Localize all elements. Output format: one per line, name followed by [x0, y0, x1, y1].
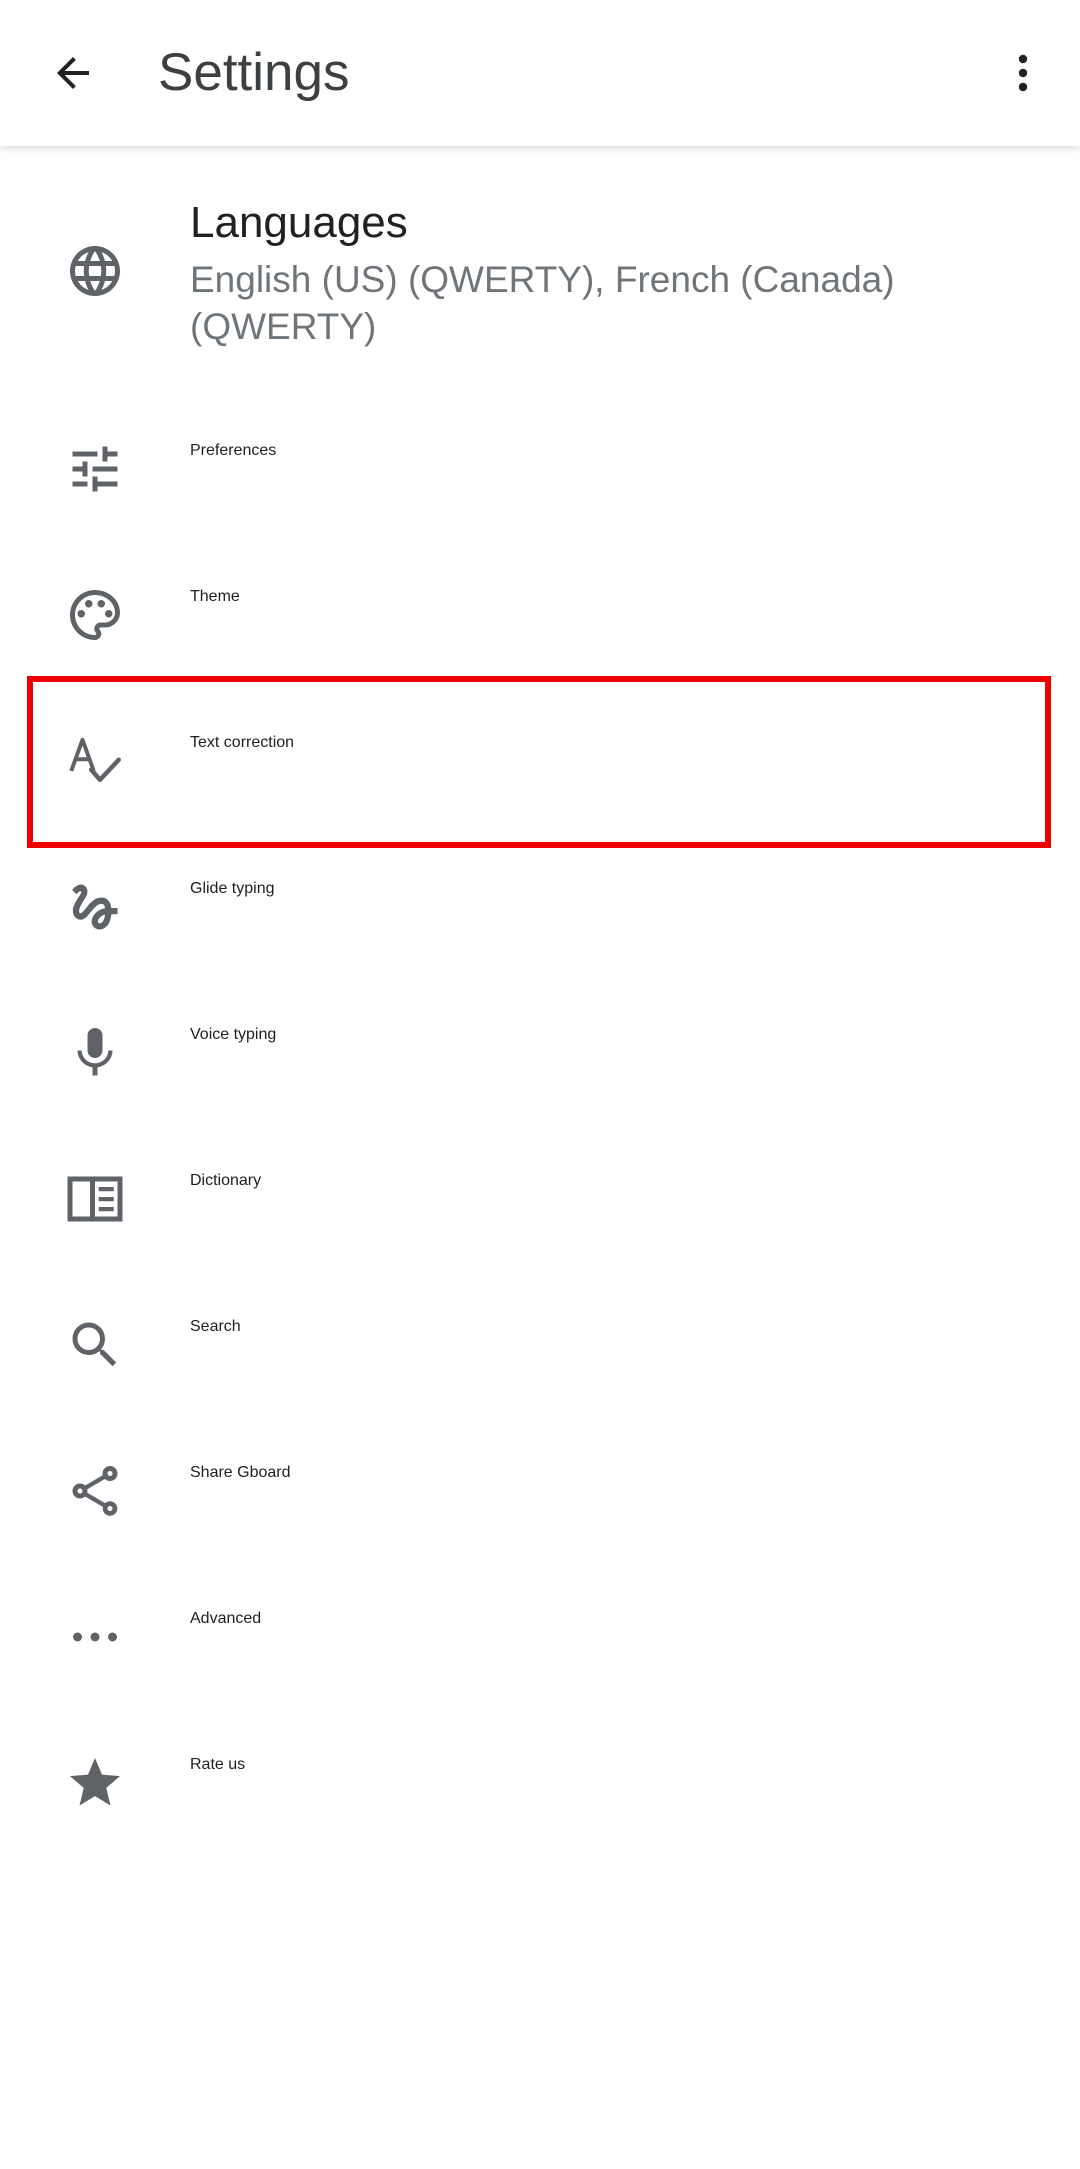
spellcheck-icon — [64, 730, 126, 792]
gesture-icon — [64, 876, 126, 938]
settings-item-glide-typing[interactable]: Glide typing — [0, 834, 1080, 980]
more-horiz-icon — [64, 1606, 126, 1668]
search-icon — [64, 1314, 126, 1376]
more-vert-icon — [1018, 54, 1028, 92]
settings-item-advanced[interactable]: Advanced — [0, 1564, 1080, 1710]
dictionary-book-icon — [64, 1168, 126, 1230]
settings-item-languages[interactable]: Languages English (US) (QWERTY), French … — [0, 146, 1080, 392]
palette-icon — [64, 584, 126, 646]
settings-item-title: Search — [190, 1318, 241, 1335]
settings-item-title: Glide typing — [190, 880, 275, 897]
share-icon — [64, 1460, 126, 1522]
settings-item-title: Advanced — [190, 1610, 262, 1627]
tune-sliders-icon — [64, 438, 126, 500]
settings-item-title: Languages — [190, 198, 408, 247]
settings-item-title: Text correction — [190, 734, 295, 751]
arrow-back-icon — [57, 57, 89, 89]
globe-icon — [64, 240, 126, 302]
settings-item-title: Rate us — [190, 1756, 246, 1773]
app-bar: Settings — [0, 0, 1080, 146]
settings-item-share-gboard[interactable]: Share Gboard — [0, 1418, 1080, 1564]
settings-item-title: Theme — [190, 588, 240, 605]
settings-item-summary: English (US) (QWERTY), French (Canada) (… — [190, 259, 895, 347]
settings-item-title: Dictionary — [190, 1172, 262, 1189]
back-button[interactable] — [30, 30, 116, 116]
settings-item-theme[interactable]: Theme — [0, 542, 1080, 688]
settings-item-title: Share Gboard — [190, 1464, 291, 1481]
page-title: Settings — [158, 43, 350, 102]
languages-text: Languages English (US) (QWERTY), French … — [190, 196, 1020, 350]
settings-item-title: Voice typing — [190, 1026, 277, 1043]
settings-item-search[interactable]: Search — [0, 1272, 1080, 1418]
settings-item-rate-us[interactable]: Rate us — [0, 1710, 1080, 1856]
settings-item-voice-typing[interactable]: Voice typing — [0, 980, 1080, 1126]
more-options-button[interactable] — [980, 30, 1066, 116]
star-icon — [64, 1752, 126, 1814]
settings-item-preferences[interactable]: Preferences — [0, 396, 1080, 542]
microphone-icon — [64, 1022, 126, 1084]
settings-item-dictionary[interactable]: Dictionary — [0, 1126, 1080, 1272]
settings-item-title: Preferences — [190, 442, 277, 459]
settings-item-text-correction[interactable]: Text correction — [0, 688, 1080, 834]
